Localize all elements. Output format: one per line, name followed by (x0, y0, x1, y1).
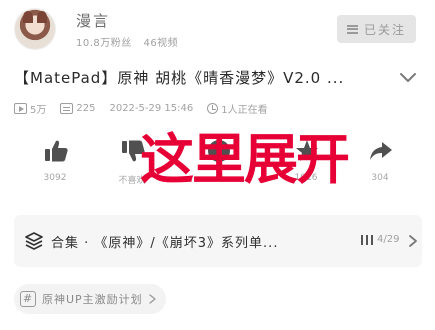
share-button[interactable]: 304 (350, 130, 410, 188)
follow-button[interactable]: 已关注 (337, 15, 416, 43)
uploader-videos: 46视频 (143, 38, 179, 49)
video-title-row: 【MatePad】原神 胡桃《晴香漫梦》V2.0 ... (0, 64, 435, 94)
expand-here-annotation: 这里展开 (140, 128, 350, 191)
collection-title: 合集 · 《原神》/《崩坏3》系列单... (51, 236, 279, 251)
collection-progress: 4/29 (361, 234, 399, 245)
follow-button-label: 已关注 (363, 22, 406, 37)
collection-card[interactable]: 合集 · 《原神》/《崩坏3》系列单... 4/29 (14, 215, 422, 267)
avatar-ear-left (23, 11, 33, 23)
share-icon (370, 142, 392, 160)
like-count: 3092 (43, 173, 67, 183)
collection-progress-text: 4/29 (377, 234, 400, 245)
hashtag-icon: # (20, 291, 36, 307)
uploader-name[interactable]: 漫言 (76, 10, 110, 31)
video-meta-row: 5万 225 2022-5-29 15:46 1人正在看 (14, 100, 268, 116)
play-count-icon (14, 102, 27, 114)
chevron-right-icon (148, 294, 156, 304)
video-title[interactable]: 【MatePad】原神 胡桃《晴香漫梦》V2.0 ... (14, 67, 394, 88)
uploader-stats: 10.8万粉丝 46视频 (76, 34, 178, 49)
uploader-header: 漫言 10.8万粉丝 46视频 已关注 (0, 0, 435, 58)
watching-icon (207, 102, 219, 114)
layers-icon (25, 232, 43, 250)
episodes-icon (361, 234, 373, 245)
avatar-ear-right (37, 11, 47, 23)
tag-label: 原神UP主激励计划 (42, 293, 143, 306)
share-count: 304 (371, 173, 389, 183)
watching-count: 1人正在看 (221, 104, 268, 116)
chevron-right-icon (409, 235, 417, 247)
publish-date: 2022-5-29 15:46 (109, 102, 194, 114)
danmaku-icon (60, 102, 74, 114)
uploader-avatar[interactable] (14, 8, 56, 50)
view-count: 5万 (30, 104, 47, 116)
uploader-fans: 10.8万粉丝 (76, 38, 132, 49)
like-button[interactable]: 3092 (25, 130, 85, 188)
tag-chip[interactable]: # 原神UP主激励计划 (14, 284, 166, 314)
thumbs-up-icon (45, 140, 68, 162)
chevron-down-icon[interactable] (399, 70, 417, 84)
danmaku-count: 225 (76, 102, 96, 114)
menu-icon (346, 24, 358, 34)
